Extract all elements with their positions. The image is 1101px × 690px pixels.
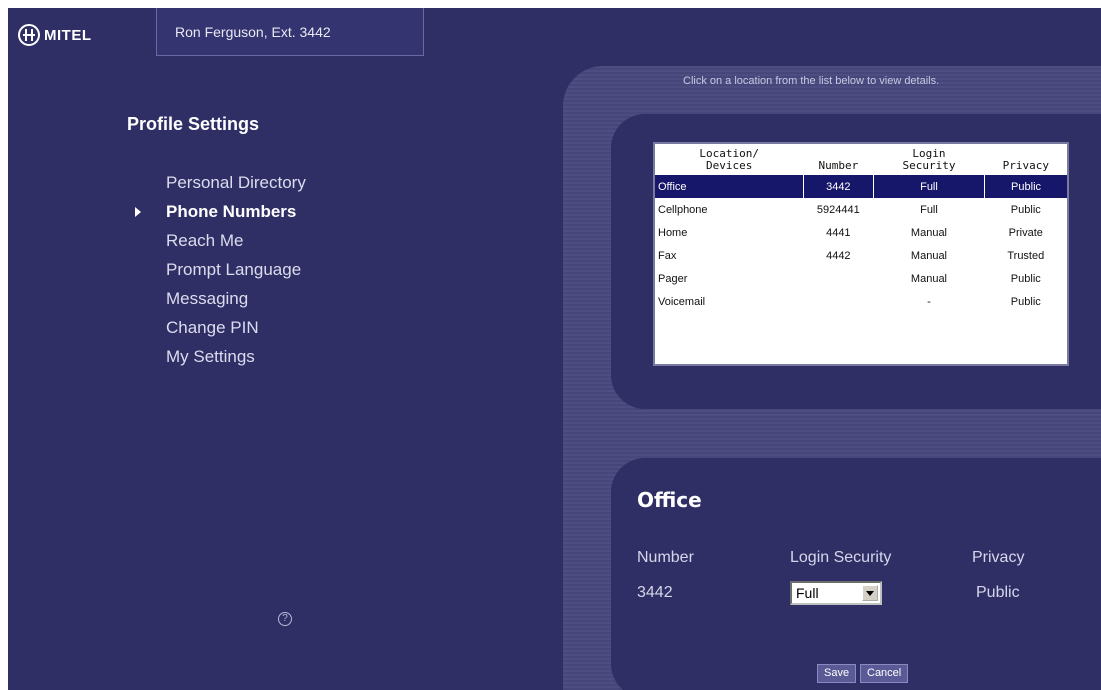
menu-item-phone-numbers[interactable]: Phone Numbers [128, 197, 306, 226]
menu-item-label: Prompt Language [166, 260, 302, 279]
menu-item-label: Messaging [166, 289, 249, 308]
logo-text: MITEL [44, 26, 92, 44]
detail-title: Office [637, 488, 702, 512]
menu-item-label: My Settings [166, 347, 255, 366]
cell-location: Home [658, 226, 688, 239]
cell-number: 4442 [826, 249, 851, 262]
table-row-cellphone[interactable]: Cellphone 5924441 Full Public [655, 198, 1067, 221]
cell-number [803, 267, 873, 290]
column-header-privacy: Privacy [1002, 159, 1049, 172]
menu-item-personal-directory[interactable]: Personal Directory [128, 168, 306, 197]
app-frame: MITEL Ron Ferguson, Ext. 3442 Profile Se… [8, 8, 1101, 690]
mitel-logo-icon [18, 24, 40, 46]
table-row-voicemail[interactable]: Voicemail - Public [655, 290, 1067, 313]
cell-login: Full [920, 203, 938, 216]
table-row-fax[interactable]: Fax 4442 Manual Trusted [655, 244, 1067, 267]
cell-number: 4441 [826, 226, 851, 239]
cell-number [803, 290, 873, 313]
menu-item-label: Personal Directory [166, 173, 306, 192]
profile-menu: Personal Directory Phone Numbers Reach M… [128, 168, 306, 371]
cell-location: Cellphone [658, 203, 708, 216]
menu-item-label: Change PIN [166, 318, 259, 337]
column-header-login-security: Login Security [902, 147, 956, 172]
cell-privacy: Public [1010, 203, 1041, 216]
cell-privacy: Trusted [1007, 249, 1045, 262]
login-security-label: Login Security [790, 549, 892, 566]
number-label: Number [637, 549, 694, 566]
location-table-container: Location/ Devices Number Login Security … [653, 142, 1069, 366]
location-table: Location/ Devices Number Login Security … [655, 144, 1067, 313]
table-row-home[interactable]: Home 4441 Manual Private [655, 221, 1067, 244]
user-label: Ron Ferguson, Ext. 3442 [175, 23, 331, 40]
cell-number: 3442 [802, 175, 874, 198]
cell-privacy: Public [984, 175, 1067, 198]
cell-privacy: Public [1010, 295, 1041, 308]
active-arrow-icon [135, 207, 141, 217]
menu-item-label: Phone Numbers [166, 202, 297, 221]
right-panel: Click on a location from the list below … [563, 66, 1101, 690]
location-detail-box: Office Number Login Security Privacy 344… [611, 458, 1101, 690]
table-row-pager[interactable]: Pager Manual Public [655, 267, 1067, 290]
menu-item-my-settings[interactable]: My Settings [128, 342, 306, 371]
cell-login: Manual [910, 249, 947, 262]
column-header-number: Number [818, 159, 859, 172]
cell-location: Office [655, 175, 804, 198]
location-list-box: Location/ Devices Number Login Security … [611, 114, 1101, 409]
cancel-button[interactable]: Cancel [860, 664, 909, 683]
menu-item-messaging[interactable]: Messaging [128, 284, 306, 313]
cell-location: Pager [658, 272, 688, 285]
profile-settings-title: Profile Settings [127, 114, 260, 134]
number-value: 3442 [637, 584, 673, 601]
instructions-text: Click on a location from the list below … [683, 75, 940, 87]
privacy-label: Privacy [972, 549, 1025, 566]
cell-number: 5924441 [816, 203, 860, 216]
cell-login: Full [872, 175, 985, 198]
cell-privacy: Private [1008, 226, 1043, 239]
cell-login: - [927, 295, 931, 308]
mitel-logo: MITEL [18, 22, 158, 48]
cell-login: Manual [910, 226, 947, 239]
dropdown-arrow-icon[interactable] [862, 585, 878, 601]
table-row-office[interactable]: Office 3442 Full Public [655, 175, 1067, 198]
menu-item-change-pin[interactable]: Change PIN [128, 313, 306, 342]
column-header-location: Location/ Devices [699, 147, 759, 172]
cell-location: Fax [658, 249, 677, 262]
cell-login: Manual [910, 272, 947, 285]
user-info-box: Ron Ferguson, Ext. 3442 [156, 8, 424, 56]
cell-location: Voicemail [658, 295, 706, 308]
save-button[interactable]: Save [817, 664, 857, 683]
menu-item-prompt-language[interactable]: Prompt Language [128, 255, 306, 284]
cell-privacy: Public [1010, 272, 1041, 285]
login-security-select[interactable]: Full [790, 581, 882, 605]
menu-item-reach-me[interactable]: Reach Me [128, 226, 306, 255]
help-icon[interactable]: ? [278, 612, 292, 626]
menu-item-label: Reach Me [166, 231, 244, 250]
login-security-selected: Full [796, 585, 819, 601]
privacy-value: Public [976, 584, 1020, 601]
